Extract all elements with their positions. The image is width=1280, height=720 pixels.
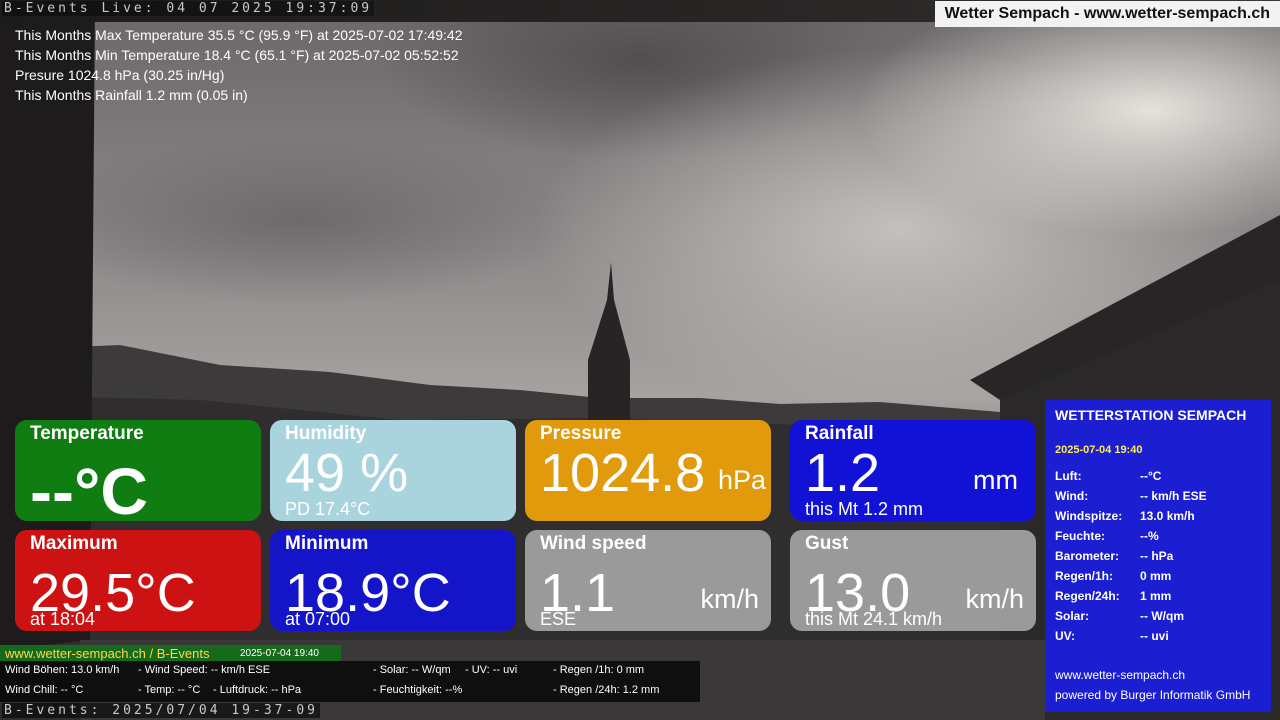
tile-label: Wind speed [540, 533, 647, 554]
ticker-site: www.wetter-sempach.ch / B-Events [5, 646, 210, 661]
ticker-humidity: - Feuchtigkeit: --% [373, 684, 463, 696]
station-powered-by: powered by Burger Informatik GmbH [1055, 688, 1251, 702]
ticker-rain-1h: - Regen /1h: 0 mm [553, 664, 645, 676]
stat-max-temp: This Months Max Temperature 35.5 °C (95.… [15, 27, 463, 43]
tile-rainfall: Rainfall 1.2 mm this Mt 1.2 mm [790, 420, 1036, 521]
ticker-rain-24h: - Regen /24h: 1.2 mm [553, 684, 660, 696]
ticker-wind-speed: - Wind Speed: -- km/h ESE [138, 664, 271, 676]
station-datetime: 2025-07-04 19:40 [1055, 444, 1143, 456]
station-key: Luft: [1055, 469, 1082, 483]
station-value: -- hPa [1140, 549, 1174, 563]
tile-gust: Gust 13.0 km/h this Mt 24.1 km/h [790, 530, 1036, 631]
tile-unit: hPa [718, 465, 767, 495]
tile-label: Temperature [30, 423, 144, 444]
ticker-uv: - UV: -- uvi [465, 664, 518, 676]
ticker-wind-gust: Wind Böhen: 13.0 km/h [5, 664, 120, 676]
station-site: www.wetter-sempach.ch [1055, 668, 1186, 682]
station-value: 0 mm [1140, 569, 1172, 583]
station-key: Windspitze: [1055, 509, 1123, 523]
ticker-temp: - Temp: -- °C [138, 684, 201, 696]
station-value: 1 mm [1140, 589, 1172, 603]
tile-unit: mm [973, 465, 1018, 495]
station-key: Wind: [1055, 489, 1089, 503]
station-value: -- km/h ESE [1140, 489, 1207, 503]
tile-sub: at 18:04 [30, 609, 96, 629]
ticker-wind-chill: Wind Chill: -- °C [5, 684, 84, 696]
tile-label: Minimum [285, 533, 369, 554]
tile-label: Rainfall [805, 423, 874, 444]
tile-unit: km/h [700, 584, 759, 614]
station-title: WETTERSTATION SEMPACH [1055, 407, 1247, 423]
tile-minimum: Minimum 18.9°C at 07:00 [270, 530, 516, 631]
stat-pressure: Presure 1024.8 hPa (30.25 in/Hg) [15, 67, 225, 83]
station-value: 13.0 km/h [1140, 509, 1195, 523]
station-value: --°C [1140, 469, 1162, 483]
station-key: UV: [1055, 629, 1076, 643]
stat-rainfall: This Months Rainfall 1.2 mm (0.05 in) [15, 87, 248, 103]
tile-sub: ESE [540, 609, 577, 629]
ticker-solar: - Solar: -- W/qm [373, 664, 451, 676]
tile-temperature: Temperature --°C [15, 420, 261, 521]
station-key: Regen/24h: [1055, 589, 1120, 603]
ticker-header: www.wetter-sempach.ch / B-Events 2025-07… [0, 645, 341, 662]
tile-sub: at 07:00 [285, 609, 351, 629]
tile-maximum: Maximum 29.5°C at 18:04 [15, 530, 261, 631]
station-value: -- W/qm [1140, 609, 1184, 623]
station-key: Regen/1h: [1055, 569, 1114, 583]
ticker-bar: Wind Böhen: 13.0 km/h - Wind Speed: -- k… [0, 661, 700, 702]
tile-label: Gust [805, 533, 849, 554]
ticker-pressure: - Luftdruck: -- hPa [213, 684, 302, 696]
station-key: Barometer: [1055, 549, 1120, 563]
tile-sub: PD 17.4°C [285, 499, 371, 519]
stat-min-temp: This Months Min Temperature 18.4 °C (65.… [15, 47, 459, 63]
tile-sub: this Mt 1.2 mm [805, 499, 924, 519]
tile-sub: this Mt 24.1 km/h [805, 609, 943, 629]
tile-label: Humidity [285, 423, 367, 444]
station-key: Solar: [1055, 609, 1090, 623]
site-title: Wetter Sempach - www.wetter-sempach.ch [934, 1, 1280, 27]
camera-timestamp-bottom: B-Events: 2025/07/04 19-37-09 [2, 703, 320, 718]
station-panel: WETTERSTATION SEMPACH 2025-07-04 19:40 L… [1045, 400, 1271, 712]
tile-humidity: Humidity 49 % PD 17.4°C [270, 420, 516, 521]
month-stats: This Months Max Temperature 35.5 °C (95.… [15, 25, 463, 105]
station-value: -- uvi [1140, 629, 1169, 643]
tile-value: --°C [30, 454, 149, 521]
tile-value: 1.2 [805, 443, 881, 503]
station-key: Feuchte: [1055, 529, 1106, 543]
tile-value: 1024.8 [540, 443, 706, 503]
station-value: --% [1140, 529, 1159, 543]
ticker-datetime: 2025-07-04 19:40 [240, 648, 319, 659]
tile-wind-speed: Wind speed 1.1 km/h ESE [525, 530, 771, 631]
camera-timestamp: B-Events Live: 04 07 2025 19:37:09 [2, 1, 375, 16]
tile-label: Maximum [30, 533, 118, 554]
tile-pressure: Pressure 1024.8 hPa [525, 420, 771, 521]
tile-value: 49 % [285, 443, 409, 503]
tile-unit: km/h [965, 584, 1024, 614]
tile-label: Pressure [540, 423, 622, 444]
